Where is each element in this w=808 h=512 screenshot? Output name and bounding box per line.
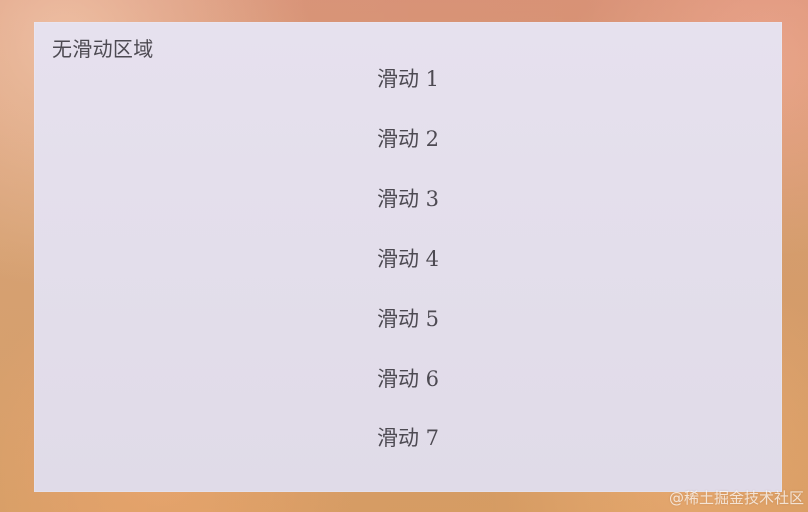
scroll-demo-panel: 无滑动区域 滑动 1 滑动 2 滑动 3 滑动 4 滑动 5 滑动 6 滑动 7 <box>34 22 782 492</box>
scroll-item-1: 滑动 1 <box>376 67 440 91</box>
scroll-item-6: 滑动 6 <box>376 367 440 391</box>
scroll-item-3: 滑动 3 <box>376 187 440 211</box>
scroll-item-2: 滑动 2 <box>376 127 440 151</box>
watermark-text: @稀土掘金技术社区 <box>668 489 804 507</box>
scrollable-region[interactable]: 滑动 1 滑动 2 滑动 3 滑动 4 滑动 5 滑动 6 滑动 7 <box>34 22 782 492</box>
scroll-item-5: 滑动 5 <box>376 307 440 331</box>
scroll-item-4: 滑动 4 <box>376 247 440 271</box>
scroll-item-7: 滑动 7 <box>376 426 440 450</box>
